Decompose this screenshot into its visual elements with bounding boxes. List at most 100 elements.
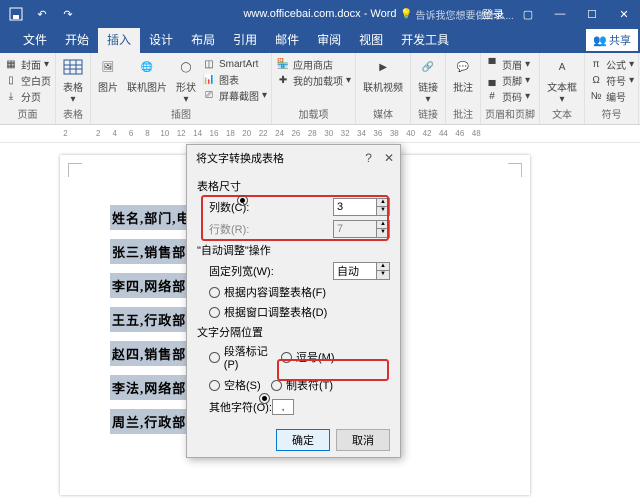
ribbon-options-icon[interactable]: ▢ xyxy=(512,0,544,28)
columns-input[interactable] xyxy=(333,198,377,216)
tab-references[interactable]: 引用 xyxy=(224,26,266,53)
shapes-icon: ◯ xyxy=(176,57,196,77)
ribbon: ▦封面▾ ▯空白页 ⤓分页 页面 表格▾ 表格 🖼图片 🌐联机图片 ◯形状▾ ◫… xyxy=(0,53,640,125)
symbol-button[interactable]: Ω符号▾ xyxy=(589,73,634,88)
group-illus-label: 插图 xyxy=(95,106,267,122)
dialog-help-button[interactable]: ? xyxy=(365,151,372,165)
spin-up-icon[interactable]: ▲ xyxy=(377,199,389,207)
myaddins-button[interactable]: ✚我的加载项▾ xyxy=(276,73,351,88)
save-icon[interactable] xyxy=(0,7,26,21)
group-links-label: 链接 xyxy=(415,106,441,122)
picture-icon: 🖼 xyxy=(98,57,118,77)
number-button[interactable]: №编号 xyxy=(589,89,634,104)
convert-text-to-table-dialog: 将文字转换成表格 ? ✕ 表格尺寸 列数(C): ▲▼ 行数(R): ▲▼ xyxy=(186,144,401,458)
ruler-mark: 48 xyxy=(472,129,479,138)
dialog-close-button[interactable]: ✕ xyxy=(384,151,394,165)
sep-other-input[interactable] xyxy=(272,399,294,415)
tab-file[interactable]: 文件 xyxy=(14,26,56,53)
ok-button[interactable]: 确定 xyxy=(276,429,330,451)
ruler-mark: 12 xyxy=(177,129,184,138)
section-autofit-label: "自动调整"操作 xyxy=(197,242,390,258)
spin-down-icon[interactable]: ▼ xyxy=(377,207,389,215)
horizontal-ruler[interactable]: 2246810121416182022242628303234363840424… xyxy=(0,125,640,143)
radio-sep-comma[interactable]: 逗号(M) xyxy=(281,343,343,371)
tab-tools[interactable]: 开发工具 xyxy=(392,26,458,53)
maximize-button[interactable]: ☐ xyxy=(576,0,608,28)
tab-home[interactable]: 开始 xyxy=(56,26,98,53)
radio-sep-paragraph[interactable]: 段落标记(P) xyxy=(209,343,281,371)
group-tables-label: 表格 xyxy=(60,106,86,122)
break-icon: ⤓ xyxy=(4,90,18,104)
ruler-mark: 32 xyxy=(341,129,348,138)
radio-sep-other[interactable]: 其他字符(O): xyxy=(209,399,272,415)
screenshot-button[interactable]: ⎚屏幕截图▾ xyxy=(202,88,267,103)
margin-corner xyxy=(68,163,82,177)
ruler-mark: 8 xyxy=(144,129,151,138)
spin-down-icon: ▼ xyxy=(377,229,389,237)
radio-fixed-width[interactable]: 固定列宽(W): xyxy=(209,263,274,279)
tab-mail[interactable]: 邮件 xyxy=(266,26,308,53)
tab-view[interactable]: 视图 xyxy=(350,26,392,53)
fixed-width-spinner[interactable]: ▲▼ xyxy=(333,262,390,280)
cover-icon: ▦ xyxy=(4,58,18,72)
margin-corner xyxy=(508,163,522,177)
radio-sep-tab[interactable]: 制表符(T) xyxy=(271,377,343,393)
spin-down-icon[interactable]: ▼ xyxy=(377,271,389,279)
comment-button[interactable]: 💬批注 xyxy=(450,57,476,94)
tab-review[interactable]: 审阅 xyxy=(308,26,350,53)
online-video-button[interactable]: ▶联机视频 xyxy=(360,57,406,94)
undo-icon[interactable]: ↶ xyxy=(26,8,52,21)
ruler-mark: 24 xyxy=(275,129,282,138)
spin-up-icon: ▲ xyxy=(377,221,389,229)
shapes-button[interactable]: ◯形状▾ xyxy=(173,57,199,105)
radio-sep-space[interactable]: 空格(S) xyxy=(209,377,271,393)
table-button[interactable]: 表格▾ xyxy=(60,57,86,105)
ruler-mark: 6 xyxy=(128,129,135,138)
pagenum-icon: # xyxy=(485,90,499,104)
chart-icon: 📊 xyxy=(202,73,216,87)
store-button[interactable]: 🏪应用商店 xyxy=(276,57,351,72)
tab-design[interactable]: 设计 xyxy=(140,26,182,53)
cover-page-button[interactable]: ▦封面▾ xyxy=(4,57,51,72)
blank-page-icon: ▯ xyxy=(4,74,18,88)
ruler-mark: 4 xyxy=(111,129,118,138)
login-button[interactable]: 登录 xyxy=(474,6,512,22)
tab-layout[interactable]: 布局 xyxy=(182,26,224,53)
link-icon: 🔗 xyxy=(418,57,438,77)
cancel-button[interactable]: 取消 xyxy=(336,429,390,451)
tab-insert[interactable]: 插入 xyxy=(98,26,140,53)
online-pic-icon: 🌐 xyxy=(137,57,157,77)
online-picture-button[interactable]: 🌐联机图片 xyxy=(124,57,170,94)
ruler-mark: 18 xyxy=(226,129,233,138)
smartart-icon: ◫ xyxy=(202,57,216,71)
page-break-button[interactable]: ⤓分页 xyxy=(4,89,51,104)
fixed-width-input[interactable] xyxy=(333,262,377,280)
page-num-button[interactable]: #页码▾ xyxy=(485,89,530,104)
picture-button[interactable]: 🖼图片 xyxy=(95,57,121,94)
ruler-mark: 36 xyxy=(373,129,380,138)
header-button[interactable]: ▀页眉▾ xyxy=(485,57,530,72)
radio-fit-window[interactable]: 根据窗口调整表格(D) xyxy=(209,304,327,320)
minimize-button[interactable]: — xyxy=(544,0,576,28)
rows-spinner: ▲▼ xyxy=(333,220,390,238)
ruler-mark: 44 xyxy=(439,129,446,138)
spin-up-icon[interactable]: ▲ xyxy=(377,263,389,271)
window-title: www.officebai.com.docx - Word xyxy=(243,8,396,20)
ruler-mark: 34 xyxy=(357,129,364,138)
store-icon: 🏪 xyxy=(276,58,290,72)
textbox-button[interactable]: A文本框▾ xyxy=(544,57,580,105)
link-button[interactable]: 🔗链接▾ xyxy=(415,57,441,105)
video-icon: ▶ xyxy=(373,57,393,77)
ruler-mark: 16 xyxy=(210,129,217,138)
chart-button[interactable]: 📊图表 xyxy=(202,72,267,87)
columns-spinner[interactable]: ▲▼ xyxy=(333,198,390,216)
smartart-button[interactable]: ◫SmartArt xyxy=(202,57,267,71)
blank-page-button[interactable]: ▯空白页 xyxy=(4,73,51,88)
ruler-mark: 20 xyxy=(242,129,249,138)
radio-fit-content[interactable]: 根据内容调整表格(F) xyxy=(209,284,326,300)
share-button[interactable]: 👥共享 xyxy=(586,29,638,51)
close-button[interactable]: ✕ xyxy=(608,0,640,28)
footer-button[interactable]: ▄页脚▾ xyxy=(485,73,530,88)
redo-icon[interactable]: ↷ xyxy=(52,8,78,21)
equation-button[interactable]: π公式▾ xyxy=(589,57,634,72)
